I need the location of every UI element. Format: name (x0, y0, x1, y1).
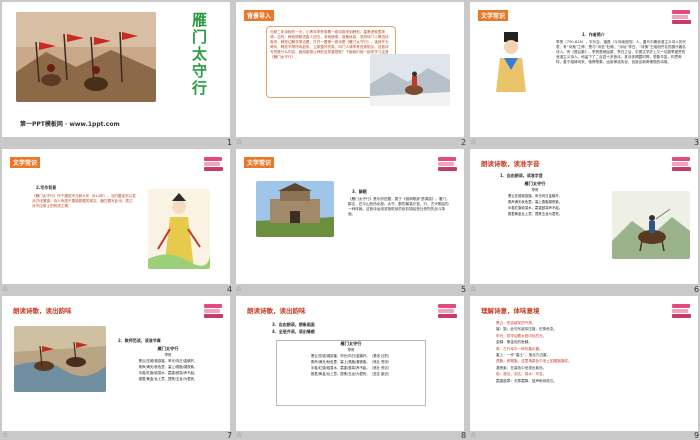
slide-thumbnail-5[interactable]: 文学常识 3．解题 《雁门太守行》是乐府旧题，属于《相和歌辞·瑟调曲》。雁门，郡… (236, 149, 464, 284)
slide-footer-text: 第一PPT模板网 · www.1ppt.com (20, 121, 120, 128)
books-icon (438, 304, 458, 320)
slide-thumbnail-9[interactable]: 理解诗意，体味意境 黑云：形容敌军的气势。 摧：毁。此句写敌军压境，形势危急。 … (470, 296, 698, 431)
slide-thumbnail-7[interactable]: 朗读诗歌，读出韵味 2．教师范读，读准节奏 雁门太守行 李贺 黑云/压城/城欲摧… (2, 296, 230, 431)
title-explain-heading: 3．解题 (352, 189, 367, 194)
section-tag: 朗读诗歌，读出韵味 (247, 307, 306, 315)
battle-scene-image (14, 326, 106, 392)
background-text: 《雁门太守行》作于唐宪宗元和九年（814年），当时唐宪宗以发兵讨伐藩镇，诗人有感… (32, 194, 136, 208)
read-aloud-heading: 2．教师范读，读准节奏 (118, 338, 161, 343)
section-tag: 文学常识 (10, 157, 41, 168)
slide-number: 8 (461, 431, 467, 440)
poem-card: 雁门太守行 李贺 黑云/压城/城欲摧，甲光/向日/金鳞开。（紧张 壮烈） 角声/… (276, 340, 426, 406)
group-read-heading: 4．全班齐读，读出情感 (272, 329, 315, 334)
author-text: 李贺（790-816），字长吉，福昌（今河南宜阳）人，唐代中期浪漫主义诗人的代表… (556, 40, 687, 64)
reading-heading: 1．自由朗读，读准字音 (500, 173, 543, 178)
slide-number: 9 (694, 431, 700, 440)
poem-card: 雁门太守行 李贺 黑云压城城欲摧，甲光向日金鳞开。 角声满天秋色里，塞上燕脂凝夜… (494, 181, 576, 243)
books-icon (204, 304, 224, 320)
slide-thumbnail-2[interactable]: 背景导入 元和二年深秋的一天，小青年李贺带着一卷诗卷来到韩愈、皇甫湜家里拜谒，当… (236, 2, 464, 137)
books-icon (672, 157, 692, 173)
slide-thumbnail-4[interactable]: 文学常识 2.写作背景 《雁门太守行》作于唐宪宗元和九年（814年），当时唐宪宗… (2, 149, 230, 284)
ancient-lady-painting-image (148, 189, 210, 269)
slide-thumbnail-1[interactable]: 雁 门 太 守 行 第一PPT模板网 · www.1ppt.com (2, 2, 230, 137)
title-explain-text: 《雁门太守行》是乐府旧题，属于《相和歌辞·瑟调曲》。雁门，郡名，在今山西西北部。… (348, 197, 450, 216)
slide-number: 1 (227, 138, 233, 147)
books-icon (672, 304, 692, 320)
horseman-ink-painting-image (612, 191, 690, 259)
slide-number: 2 (461, 138, 467, 147)
books-icon (672, 10, 692, 26)
notes-list: 黑云：形容敌军的气势。 摧：毁。此句写敌军压境，形势危急。 甲光：铠甲迎着太阳闪… (496, 321, 572, 383)
section-tag: 理解诗意，体味意境 (481, 307, 540, 315)
slide-number: 3 (694, 138, 700, 147)
background-heading: 2.写作背景 (36, 185, 57, 190)
transition-star-icon[interactable]: ☆ (236, 138, 242, 146)
section-tag: 朗读诗歌，读出韵味 (13, 307, 72, 315)
slide-thumbnail-8[interactable]: 朗读诗歌，读出韵味 3．自由朗读，想象画面 4．全班齐读，读出情感 雁门太守行 … (236, 296, 464, 431)
slide-number: 5 (461, 285, 467, 294)
slide-number: 7 (227, 431, 233, 440)
transition-star-icon[interactable]: ☆ (470, 138, 476, 146)
slide-title: 雁 门 太 守 行 (192, 11, 208, 97)
section-tag: 背景导入 (244, 10, 275, 21)
author-heading: 1．作者简介 (582, 32, 605, 37)
transition-star-icon[interactable]: ☆ (470, 285, 476, 293)
rider-snow-image (370, 54, 450, 106)
slide-thumbnail-3[interactable]: 文学常识 1．作者简介 李贺（790-816），字长吉，福昌（今河南宜阳）人，唐… (470, 2, 698, 137)
transition-star-icon[interactable]: ☆ (236, 285, 242, 293)
section-tag: 文学常识 (478, 10, 509, 21)
slide-number: 4 (227, 285, 233, 294)
books-icon (438, 157, 458, 173)
slide-thumbnail-6[interactable]: 朗读诗歌，读准字音 1．自由朗读，读准字音 雁门太守行 李贺 黑云压城城欲摧，甲… (470, 149, 698, 284)
slide-number: 6 (694, 285, 700, 294)
great-wall-fortress-image (256, 181, 334, 237)
transition-star-icon[interactable]: ☆ (2, 285, 8, 293)
section-tag: 文学常识 (244, 157, 275, 168)
poet-portrait-image (490, 30, 532, 92)
books-icon (204, 157, 224, 173)
imagine-heading: 3．自由朗读，想象画面 (272, 322, 315, 327)
poem-card: 雁门太守行 李贺 黑云/压城/城欲摧，甲光/向日/金鳞开。 角声/满天/秋色里，… (120, 346, 216, 408)
battle-painting-image (16, 12, 156, 102)
section-tag: 朗读诗歌，读准字音 (481, 160, 540, 168)
